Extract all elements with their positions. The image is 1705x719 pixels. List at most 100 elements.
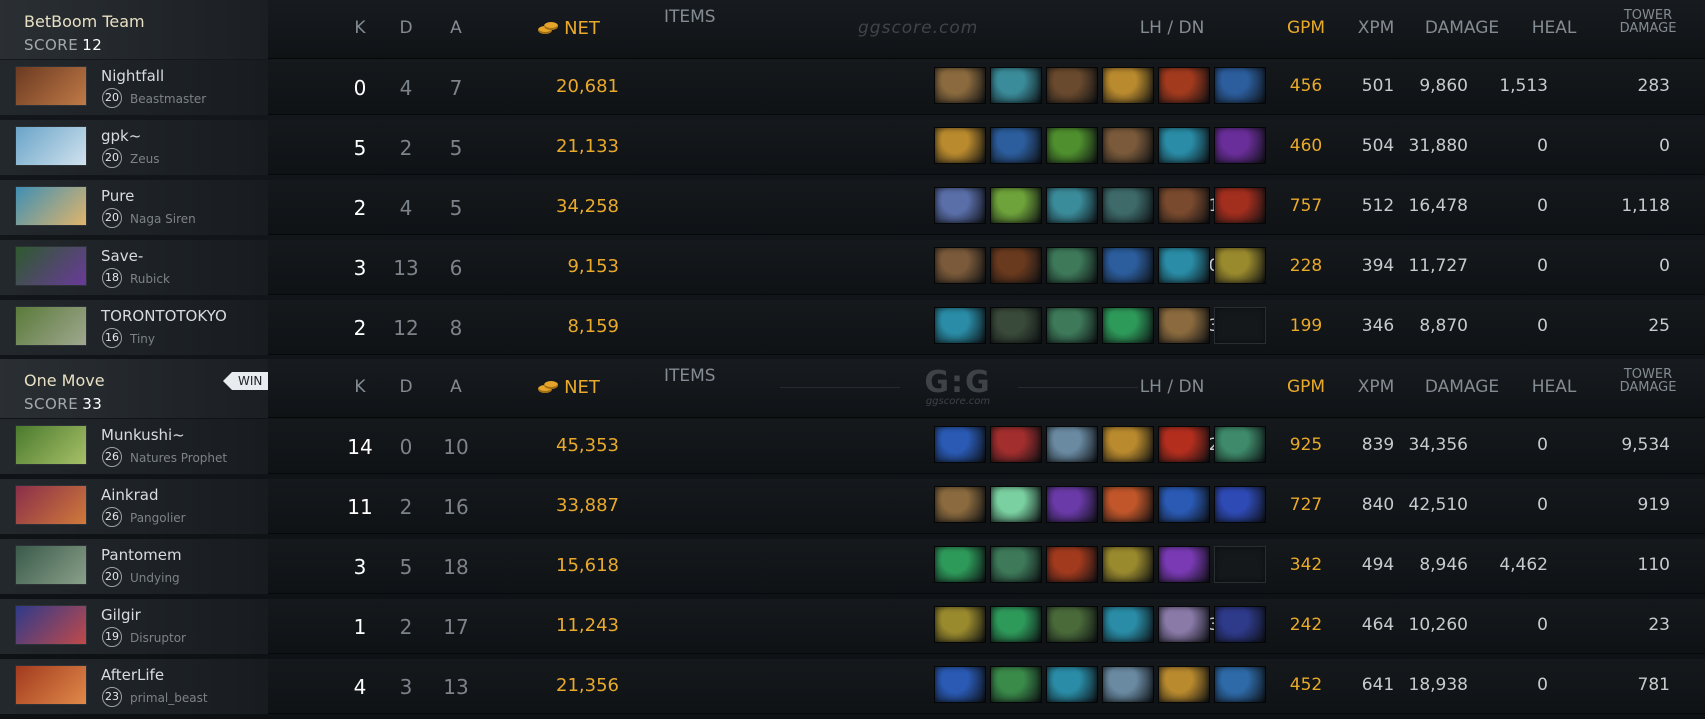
item-icon[interactable] bbox=[990, 666, 1042, 703]
player-name[interactable]: Nightfall bbox=[101, 67, 164, 85]
column-kills[interactable]: K bbox=[354, 18, 365, 38]
item-icon[interactable] bbox=[1158, 606, 1210, 643]
column-heal[interactable]: HEAL bbox=[1532, 18, 1577, 38]
item-icon[interactable] bbox=[934, 606, 986, 643]
column-net-worth[interactable]: NET bbox=[538, 18, 600, 39]
player-name[interactable]: Pure bbox=[101, 187, 134, 205]
item-icon[interactable] bbox=[1214, 666, 1266, 703]
item-icon[interactable] bbox=[1158, 187, 1210, 224]
player-info[interactable]: Pure 20 Naga Siren bbox=[0, 180, 268, 235]
item-icon[interactable] bbox=[1102, 426, 1154, 463]
column-deaths[interactable]: D bbox=[399, 377, 412, 397]
player-row[interactable]: Gilgir19Disruptor121711,24320 / 32424641… bbox=[0, 599, 1705, 659]
item-icon[interactable] bbox=[1158, 666, 1210, 703]
player-info[interactable]: Save- 18 Rubick bbox=[0, 240, 268, 295]
item-icon[interactable] bbox=[990, 486, 1042, 523]
item-icon[interactable] bbox=[1046, 546, 1098, 583]
column-tower-damage[interactable]: TOWER DAMAGE bbox=[1620, 9, 1677, 35]
player-row[interactable]: Pantomem20Undying351815,618117 / 2342494… bbox=[0, 539, 1705, 599]
item-icon[interactable] bbox=[990, 546, 1042, 583]
player-row[interactable]: TORONTOTOKYO16Tiny21288,15949 / 31993468… bbox=[0, 300, 1705, 360]
player-name[interactable]: Munkushi~ bbox=[101, 426, 185, 444]
player-name[interactable]: Save- bbox=[101, 247, 143, 265]
item-icon[interactable] bbox=[1046, 127, 1098, 164]
item-icon[interactable] bbox=[1158, 127, 1210, 164]
item-icon[interactable] bbox=[1102, 187, 1154, 224]
item-icon[interactable] bbox=[990, 67, 1042, 104]
item-icon[interactable] bbox=[990, 307, 1042, 344]
item-icon[interactable] bbox=[934, 187, 986, 224]
item-icon[interactable] bbox=[1046, 247, 1098, 284]
hero-portrait[interactable] bbox=[15, 485, 87, 525]
item-icon[interactable] bbox=[934, 307, 986, 344]
item-icon[interactable] bbox=[1214, 247, 1266, 284]
item-icon[interactable] bbox=[990, 127, 1042, 164]
player-name[interactable]: Gilgir bbox=[101, 606, 141, 624]
item-icon[interactable] bbox=[934, 486, 986, 523]
item-icon[interactable] bbox=[1046, 486, 1098, 523]
item-icon[interactable] bbox=[1102, 666, 1154, 703]
player-info[interactable]: Nightfall 20 Beastmaster bbox=[0, 60, 268, 115]
item-icon[interactable] bbox=[1214, 187, 1266, 224]
player-row[interactable]: Nightfall20Beastmaster04720,681316 / 345… bbox=[0, 60, 1705, 120]
column-xpm[interactable]: XPM bbox=[1358, 377, 1395, 397]
item-icon[interactable] bbox=[1214, 67, 1266, 104]
player-info[interactable]: Ainkrad 26 Pangolier bbox=[0, 479, 268, 534]
column-gpm[interactable]: GPM bbox=[1287, 18, 1325, 38]
item-icon[interactable] bbox=[1102, 307, 1154, 344]
item-icon[interactable] bbox=[934, 426, 986, 463]
player-info[interactable]: TORONTOTOKYO 16 Tiny bbox=[0, 300, 268, 355]
column-heal[interactable]: HEAL bbox=[1532, 377, 1577, 397]
player-name[interactable]: TORONTOTOKYO bbox=[101, 307, 227, 325]
item-icon[interactable] bbox=[990, 606, 1042, 643]
column-assists[interactable]: A bbox=[450, 377, 462, 397]
player-row[interactable]: Save-18Rubick31369,15371 / 022839411,727… bbox=[0, 240, 1705, 300]
hero-portrait[interactable] bbox=[15, 425, 87, 465]
item-icon[interactable] bbox=[1102, 247, 1154, 284]
item-icon[interactable] bbox=[990, 247, 1042, 284]
item-icon[interactable] bbox=[1046, 67, 1098, 104]
item-icon[interactable] bbox=[1158, 426, 1210, 463]
column-damage[interactable]: DAMAGE bbox=[1425, 18, 1499, 38]
player-info[interactable]: Gilgir 19 Disruptor bbox=[0, 599, 268, 654]
item-icon[interactable] bbox=[1158, 546, 1210, 583]
item-icon[interactable] bbox=[1046, 606, 1098, 643]
item-icon[interactable] bbox=[934, 666, 986, 703]
item-icon[interactable] bbox=[934, 546, 986, 583]
hero-portrait[interactable] bbox=[15, 545, 87, 585]
column-xpm[interactable]: XPM bbox=[1358, 18, 1395, 38]
hero-portrait[interactable] bbox=[15, 665, 87, 705]
item-icon[interactable] bbox=[1214, 606, 1266, 643]
player-row[interactable]: gpk~20Zeus52521,133273 / 446050431,88000 bbox=[0, 120, 1705, 180]
column-assists[interactable]: A bbox=[450, 18, 462, 38]
item-icon[interactable] bbox=[1214, 127, 1266, 164]
column-deaths[interactable]: D bbox=[399, 18, 412, 38]
item-icon[interactable] bbox=[1102, 606, 1154, 643]
player-row[interactable]: Pure20Naga Siren24534,258699 / 127575121… bbox=[0, 180, 1705, 240]
player-info[interactable]: Pantomem 20 Undying bbox=[0, 539, 268, 594]
item-icon[interactable] bbox=[1102, 546, 1154, 583]
player-row[interactable]: AfterLife23primal_beast431321,356234 / 8… bbox=[0, 659, 1705, 719]
hero-portrait[interactable] bbox=[15, 306, 87, 346]
player-row[interactable]: Munkushi~26Natures Prophet1401045,353602… bbox=[0, 419, 1705, 479]
item-icon[interactable] bbox=[1046, 187, 1098, 224]
column-lasthits-denies[interactable]: LH / DN bbox=[1140, 377, 1205, 397]
column-tower-damage[interactable]: TOWER DAMAGE bbox=[1620, 368, 1677, 394]
item-icon[interactable] bbox=[1102, 486, 1154, 523]
item-icon[interactable] bbox=[990, 187, 1042, 224]
item-icon[interactable] bbox=[934, 247, 986, 284]
item-icon[interactable] bbox=[1102, 127, 1154, 164]
empty-item-slot[interactable] bbox=[1214, 307, 1266, 344]
column-damage[interactable]: DAMAGE bbox=[1425, 377, 1499, 397]
item-icon[interactable] bbox=[990, 426, 1042, 463]
player-info[interactable]: gpk~ 20 Zeus bbox=[0, 120, 268, 175]
item-icon[interactable] bbox=[1214, 426, 1266, 463]
item-icon[interactable] bbox=[1046, 666, 1098, 703]
column-lasthits-denies[interactable]: LH / DN bbox=[1140, 18, 1205, 38]
empty-item-slot[interactable] bbox=[1214, 546, 1266, 583]
item-icon[interactable] bbox=[934, 67, 986, 104]
column-net-worth[interactable]: NET bbox=[538, 377, 600, 398]
item-icon[interactable] bbox=[1102, 67, 1154, 104]
item-icon[interactable] bbox=[1158, 67, 1210, 104]
item-icon[interactable] bbox=[1158, 247, 1210, 284]
